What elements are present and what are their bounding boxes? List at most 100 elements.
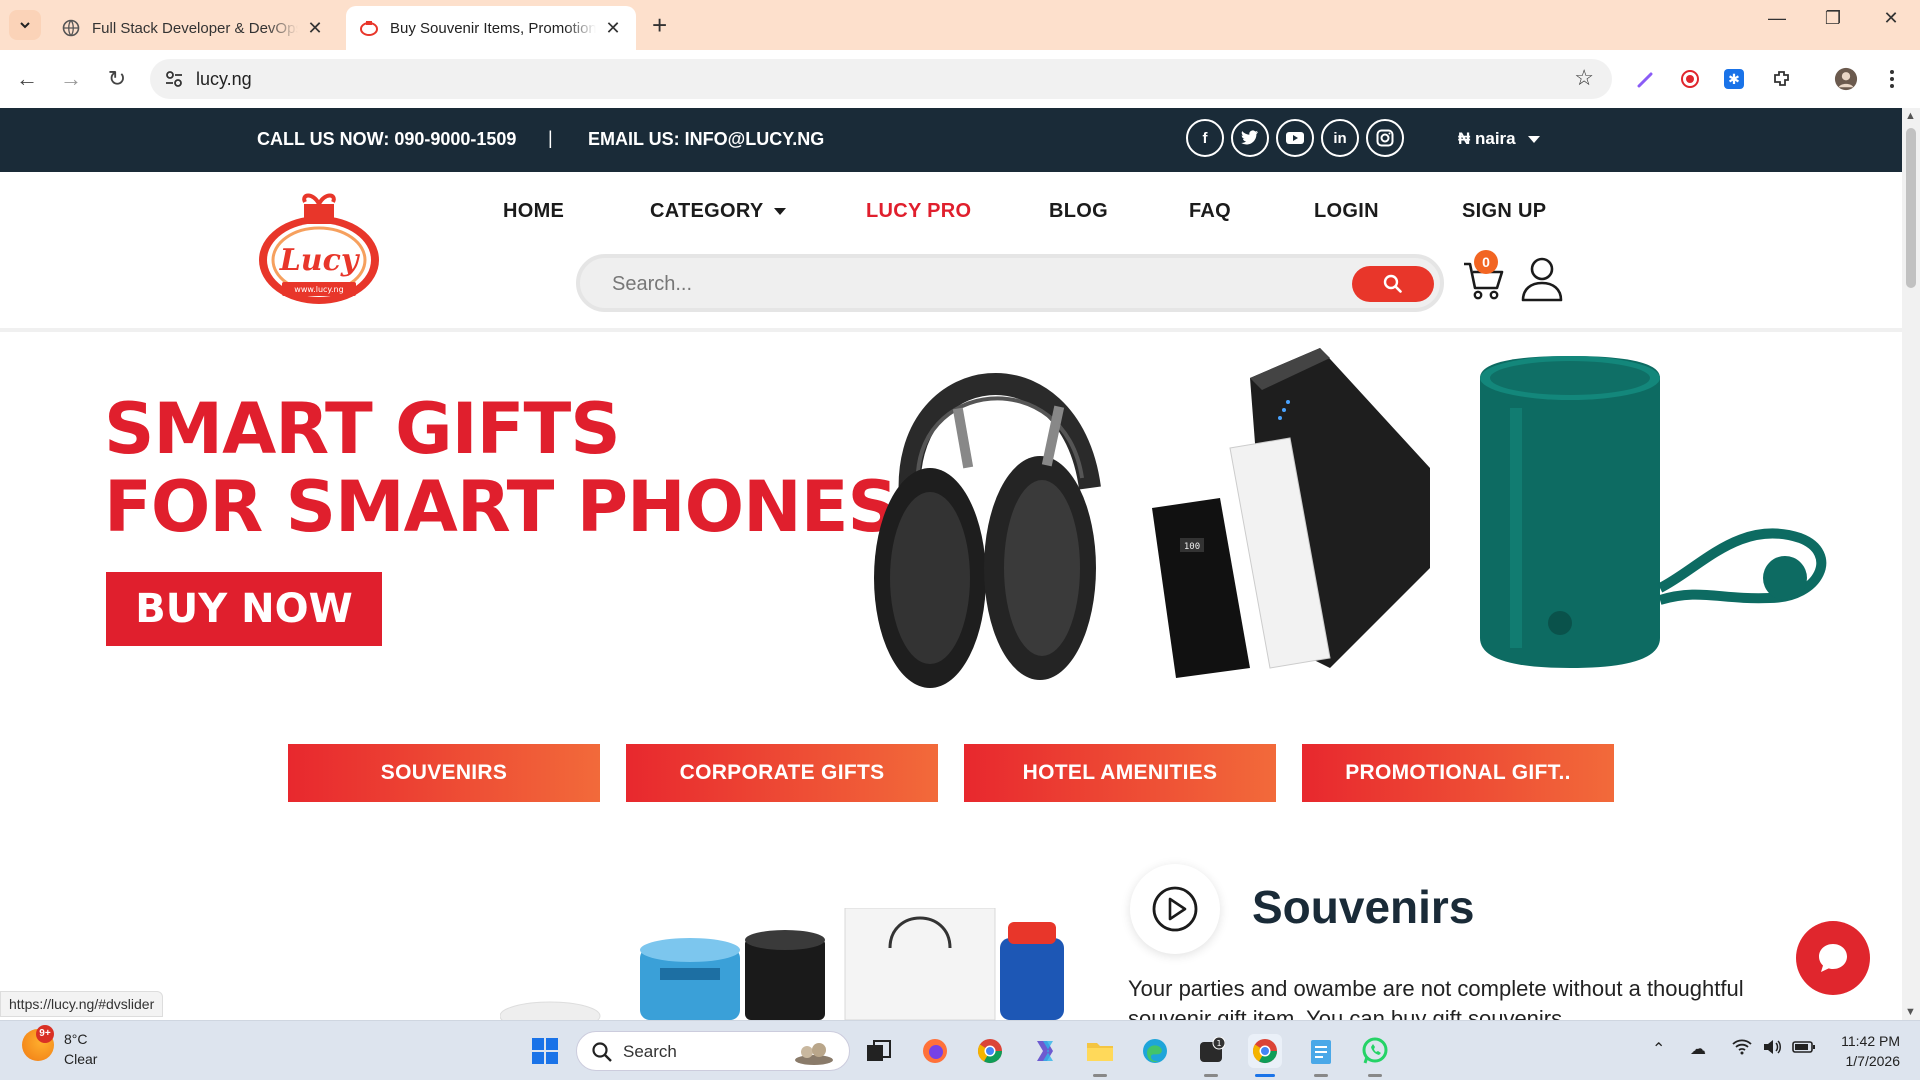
play-icon <box>1152 886 1198 932</box>
nav-home[interactable]: HOME <box>503 200 564 223</box>
chat-icon <box>1819 944 1847 972</box>
headphones-image <box>874 373 1101 688</box>
app-package-icon[interactable]: 1 <box>1194 1034 1228 1068</box>
address-bar[interactable]: lucy.ng ☆ <box>150 59 1612 99</box>
category-hotel-amenities-button[interactable]: HOTEL AMENITIES <box>964 744 1276 802</box>
asterisk-extension-icon[interactable]: ✱ <box>1722 67 1746 91</box>
svg-text:✱: ✱ <box>1728 72 1740 88</box>
live-chat-button[interactable] <box>1796 921 1870 995</box>
record-extension-icon[interactable] <box>1678 67 1702 91</box>
facebook-icon[interactable]: f <box>1186 119 1224 157</box>
taskbar-search[interactable]: Search <box>576 1031 850 1071</box>
email-us-text[interactable]: EMAIL US: INFO@LUCY.NG <box>588 129 824 150</box>
forward-arrow-icon[interactable]: → <box>56 64 86 94</box>
whatsapp-icon[interactable] <box>1358 1034 1392 1068</box>
edge-icon[interactable] <box>1138 1034 1172 1068</box>
nav-sign-up[interactable]: SIGN UP <box>1462 200 1546 223</box>
bookmark-star-icon[interactable]: ☆ <box>1574 65 1594 91</box>
running-indicator <box>1093 1074 1107 1077</box>
close-tab-icon[interactable]: ✕ <box>604 18 622 39</box>
category-promotional-gifts-button[interactable]: PROMOTIONAL GIFT.. <box>1302 744 1614 802</box>
scroll-down-icon[interactable]: ▼ <box>1905 1006 1916 1018</box>
kebab-menu-icon[interactable] <box>1880 67 1904 91</box>
tab-lucy[interactable]: Buy Souvenir Items, Promotional ✕ <box>346 6 636 50</box>
running-indicator <box>1368 1074 1382 1077</box>
file-explorer-icon[interactable] <box>1083 1034 1117 1068</box>
system-clock[interactable]: 11:42 PM 1/7/2026 <box>1830 1031 1900 1071</box>
hero-products-image: 100 <box>874 348 1827 688</box>
close-window-button[interactable]: ✕ <box>1866 8 1916 29</box>
buy-now-button[interactable]: BUY NOW <box>106 572 382 646</box>
close-tab-icon[interactable]: ✕ <box>306 18 324 39</box>
category-souvenirs-button[interactable]: SOUVENIRS <box>288 744 600 802</box>
notepad-icon[interactable] <box>1304 1034 1338 1068</box>
nav-category[interactable]: CATEGORY <box>650 200 786 223</box>
task-view-icon[interactable] <box>862 1034 896 1068</box>
tab-title: Full Stack Developer & DevOps <box>92 19 298 37</box>
web-page: CALL US NOW: 090-9000-1509 | EMAIL US: I… <box>0 108 1902 1020</box>
taskbar-search-label: Search <box>623 1042 677 1061</box>
onedrive-icon[interactable]: ☁ <box>1690 1039 1706 1059</box>
site-search <box>576 254 1444 312</box>
instagram-icon[interactable] <box>1366 119 1404 157</box>
site-settings-icon[interactable] <box>164 69 184 89</box>
svg-text:100: 100 <box>1184 542 1200 552</box>
scroll-up-icon[interactable]: ▲ <box>1905 110 1916 122</box>
reload-icon[interactable]: ↻ <box>102 64 132 94</box>
play-video-button[interactable] <box>1130 864 1220 954</box>
cart-count-badge: 0 <box>1474 250 1498 274</box>
weather-widget[interactable]: 9+ 8°C Clear <box>22 1025 97 1069</box>
profile-avatar-icon[interactable] <box>1834 67 1858 91</box>
contact-bar: CALL US NOW: 090-9000-1509 | EMAIL US: I… <box>0 108 1902 172</box>
scrollbar-thumb[interactable] <box>1906 128 1916 288</box>
chrome-active-icon[interactable] <box>1248 1034 1282 1068</box>
firefox-icon[interactable] <box>918 1034 952 1068</box>
youtube-icon[interactable] <box>1276 119 1314 157</box>
nav-faq[interactable]: FAQ <box>1189 200 1231 223</box>
running-indicator <box>1204 1074 1218 1077</box>
tab-devops[interactable]: Full Stack Developer & DevOps ✕ <box>48 6 338 50</box>
nav-login[interactable]: LOGIN <box>1314 200 1379 223</box>
page-scrollbar[interactable]: ▲ ▼ <box>1902 108 1920 1020</box>
nav-blog[interactable]: BLOG <box>1049 200 1108 223</box>
weather-badge: 9+ <box>36 1025 54 1043</box>
search-button[interactable] <box>1352 266 1434 302</box>
chrome-icon[interactable] <box>973 1034 1007 1068</box>
tray-chevron-up-icon[interactable]: ⌃ <box>1652 1039 1665 1059</box>
maximize-button[interactable]: ❐ <box>1808 8 1858 29</box>
caret-down-icon <box>1527 136 1540 144</box>
logo-wordmark: Lucy <box>279 243 361 278</box>
puzzle-extensions-icon[interactable] <box>1770 67 1794 91</box>
logo-site: www.lucy.ng <box>294 285 343 294</box>
currency-selector[interactable]: ₦ naira <box>1458 129 1540 149</box>
wifi-icon[interactable] <box>1732 1039 1752 1060</box>
nav-lucy-pro[interactable]: LUCY PRO <box>866 200 971 223</box>
hero-slider[interactable]: SMART GIFTS FOR SMART PHONES BUY NOW 100 <box>0 336 1902 696</box>
tab-search-button[interactable] <box>9 10 41 40</box>
battery-icon[interactable] <box>1792 1039 1816 1060</box>
user-account-icon[interactable] <box>1520 256 1564 302</box>
browser-toolbar: ← → ↻ lucy.ng ☆ ✱ <box>0 50 1920 108</box>
new-tab-button[interactable]: + <box>652 10 667 40</box>
weather-temp: 8°C <box>64 1031 88 1047</box>
speaker-image <box>1480 356 1827 668</box>
twitter-icon[interactable] <box>1231 119 1269 157</box>
volume-icon[interactable] <box>1762 1039 1782 1060</box>
hero-title-line1: SMART GIFTS <box>104 388 621 470</box>
minimize-button[interactable]: — <box>1752 8 1802 29</box>
svg-text:1: 1 <box>1216 1039 1221 1048</box>
search-input[interactable] <box>612 270 1312 298</box>
windows-taskbar: 9+ 8°C Clear Search 1 ⌃ ☁ 11:42 PM 1/7/2… <box>0 1020 1920 1080</box>
lucy-logo[interactable]: Lucy www.lucy.ng <box>254 190 384 310</box>
copilot-icon[interactable] <box>1028 1034 1062 1068</box>
pen-extension-icon[interactable] <box>1634 67 1658 91</box>
url-text: lucy.ng <box>196 69 252 89</box>
lucy-favicon-icon <box>360 19 378 37</box>
section-title: Souvenirs <box>1252 881 1475 933</box>
back-arrow-icon[interactable]: ← <box>12 64 42 94</box>
clock-date: 1/7/2026 <box>1845 1053 1901 1069</box>
call-us-text[interactable]: CALL US NOW: 090-9000-1509 <box>257 129 516 150</box>
category-corporate-gifts-button[interactable]: CORPORATE GIFTS <box>626 744 938 802</box>
linkedin-icon[interactable]: in <box>1321 119 1359 157</box>
windows-start-icon[interactable] <box>528 1034 562 1068</box>
